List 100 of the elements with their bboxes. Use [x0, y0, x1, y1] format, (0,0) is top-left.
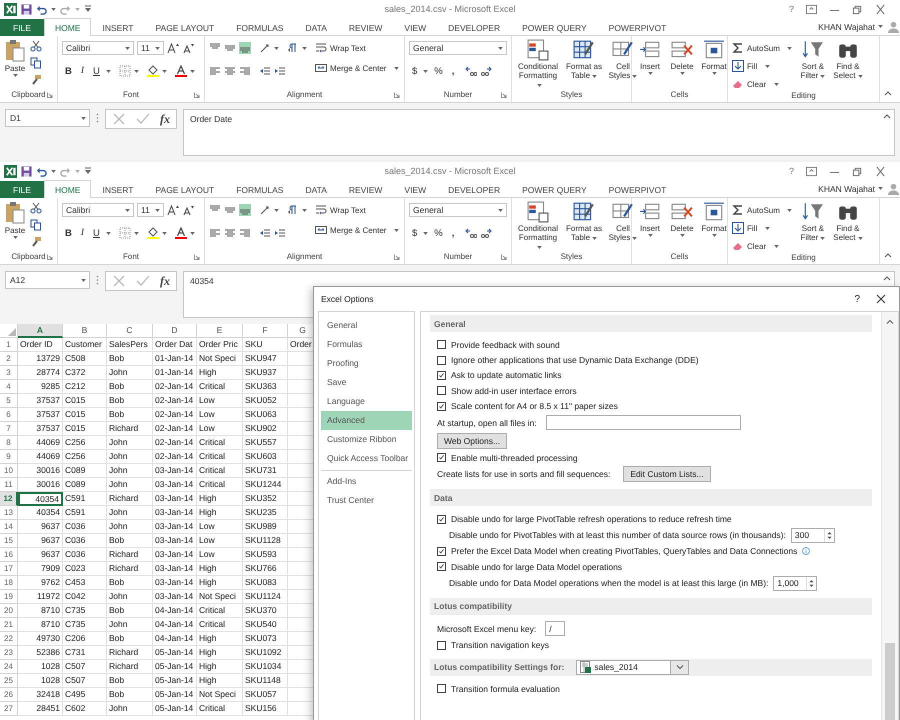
- align-left-icon[interactable]: [209, 65, 221, 77]
- decrease-indent-icon[interactable]: [259, 227, 271, 239]
- ribbon-display-icon[interactable]: [806, 4, 817, 14]
- checkbox-label[interactable]: Provide feedback with sound: [451, 340, 560, 350]
- style-button[interactable]: Format as Table: [564, 39, 604, 80]
- ribbon-tab[interactable]: FORMULAS: [225, 18, 294, 36]
- checkbox[interactable]: [437, 546, 446, 556]
- checkbox[interactable]: [437, 640, 446, 650]
- ribbon-tab[interactable]: POWER QUERY: [511, 180, 598, 198]
- scissors-icon[interactable]: [30, 202, 42, 214]
- checkbox[interactable]: [437, 386, 446, 396]
- row-header[interactable]: 7: [0, 422, 18, 436]
- caret-icon[interactable]: [51, 170, 56, 172]
- number-spinner[interactable]: 300: [790, 528, 835, 543]
- fill-color-icon[interactable]: [146, 227, 159, 239]
- undo-icon[interactable]: [36, 4, 47, 14]
- row-header[interactable]: 9: [0, 450, 18, 464]
- customize-toolbar-icon[interactable]: [84, 5, 92, 13]
- align-right-icon[interactable]: [239, 65, 251, 77]
- caret-icon[interactable]: [51, 8, 56, 10]
- scissors-icon[interactable]: [30, 40, 42, 52]
- row-header[interactable]: 3: [0, 366, 18, 380]
- row-header[interactable]: 1: [0, 338, 18, 352]
- row-header[interactable]: 17: [0, 562, 18, 576]
- row-header[interactable]: 5: [0, 394, 18, 408]
- number-format-select[interactable]: General: [409, 41, 507, 55]
- caret-icon[interactable]: [190, 232, 195, 234]
- italic-button[interactable]: I: [78, 226, 88, 240]
- close-icon[interactable]: [875, 166, 886, 176]
- checkbox-label[interactable]: Transition navigation keys: [451, 640, 549, 650]
- percent-button[interactable]: %: [431, 226, 446, 240]
- copy-icon[interactable]: [30, 57, 42, 69]
- checkbox[interactable]: [437, 356, 446, 365]
- ribbon-tab[interactable]: DEVELOPER: [437, 180, 512, 198]
- decrease-decimal-icon[interactable]: [480, 65, 492, 77]
- text-input-field[interactable]: /: [545, 621, 566, 636]
- row-header[interactable]: 15: [0, 534, 18, 548]
- checkmark-icon[interactable]: [136, 112, 150, 126]
- restore-icon[interactable]: [852, 4, 863, 14]
- caret-icon[interactable]: [302, 208, 307, 212]
- workbook-dropdown[interactable]: sales_2014: [576, 660, 690, 675]
- ribbon-tab[interactable]: HOME: [44, 180, 92, 198]
- ribbon-tab[interactable]: VIEW: [393, 18, 438, 36]
- italic-button[interactable]: I: [78, 64, 88, 78]
- row-header[interactable]: 23: [0, 646, 18, 660]
- row-header[interactable]: 12: [0, 492, 18, 506]
- cells-button[interactable]: Insert: [636, 39, 664, 76]
- sort-filter-button[interactable]: Sort & Filter: [798, 201, 828, 242]
- help-button[interactable]: ?: [788, 166, 794, 176]
- caret-icon[interactable]: [274, 208, 279, 212]
- row-header[interactable]: 14: [0, 520, 18, 534]
- ribbon-tab[interactable]: DATA: [294, 180, 338, 198]
- align-bottom-icon[interactable]: [239, 42, 251, 54]
- ribbon-tab[interactable]: REVIEW: [338, 180, 394, 198]
- insert-function-button[interactable]: fx: [160, 112, 170, 126]
- caret-icon[interactable]: [878, 187, 883, 190]
- text-direction-icon[interactable]: [287, 42, 299, 54]
- checkbox-label[interactable]: Ask to update automatic links: [451, 370, 562, 380]
- row-header[interactable]: 19: [0, 590, 18, 604]
- dialog-launcher-icon[interactable]: [47, 254, 53, 260]
- spin-arrows-icon[interactable]: [826, 530, 832, 541]
- caret-icon[interactable]: [106, 70, 111, 72]
- collapse-formula-bar-icon[interactable]: [883, 276, 891, 281]
- clear-button[interactable]: Clear: [732, 239, 792, 253]
- text-direction-icon[interactable]: [287, 204, 299, 216]
- scroll-thumb[interactable]: [885, 643, 895, 720]
- style-button[interactable]: Format as Table: [564, 201, 604, 242]
- align-left-icon[interactable]: [209, 227, 221, 239]
- ribbon-tab[interactable]: DATA: [294, 18, 338, 36]
- save-icon[interactable]: [21, 4, 32, 14]
- scroll-up-icon[interactable]: [886, 318, 894, 326]
- options-button[interactable]: Edit Custom Lists...: [623, 466, 711, 482]
- row-header[interactable]: 8: [0, 436, 18, 450]
- ribbon-tab[interactable]: REVIEW: [338, 18, 394, 36]
- collapse-ribbon-icon[interactable]: [884, 253, 892, 258]
- row-header[interactable]: 22: [0, 632, 18, 646]
- dialog-launcher-icon[interactable]: [501, 254, 507, 260]
- caret-icon[interactable]: [274, 46, 279, 50]
- ribbon-tab[interactable]: INSERT: [91, 18, 144, 36]
- ribbon-tab[interactable]: POWERPIVOT: [598, 180, 678, 198]
- grip-icon[interactable]: [96, 113, 99, 123]
- decrease-decimal-icon[interactable]: [480, 227, 492, 239]
- ribbon-tab[interactable]: HOME: [44, 18, 92, 36]
- row-header[interactable]: 4: [0, 380, 18, 394]
- borders-icon[interactable]: [118, 65, 131, 77]
- save-icon[interactable]: [21, 166, 32, 176]
- row-header[interactable]: 10: [0, 464, 18, 478]
- grow-font-icon[interactable]: [167, 42, 179, 54]
- increase-indent-icon[interactable]: [274, 65, 286, 77]
- wrap-text-button[interactable]: Wrap Text: [315, 203, 400, 217]
- increase-decimal-icon[interactable]: [465, 65, 478, 77]
- nav-item[interactable]: Proofing: [321, 354, 412, 373]
- help-button[interactable]: ?: [854, 294, 860, 304]
- checkbox-label[interactable]: Show add-in user interface errors: [451, 386, 577, 396]
- style-button[interactable]: Cell Styles: [608, 201, 638, 242]
- dialog-launcher-icon[interactable]: [394, 92, 400, 98]
- nav-item[interactable]: Formulas: [321, 335, 412, 354]
- currency-button[interactable]: $: [409, 226, 420, 240]
- bold-button[interactable]: B: [62, 226, 75, 240]
- font-size-select[interactable]: 11: [137, 203, 164, 217]
